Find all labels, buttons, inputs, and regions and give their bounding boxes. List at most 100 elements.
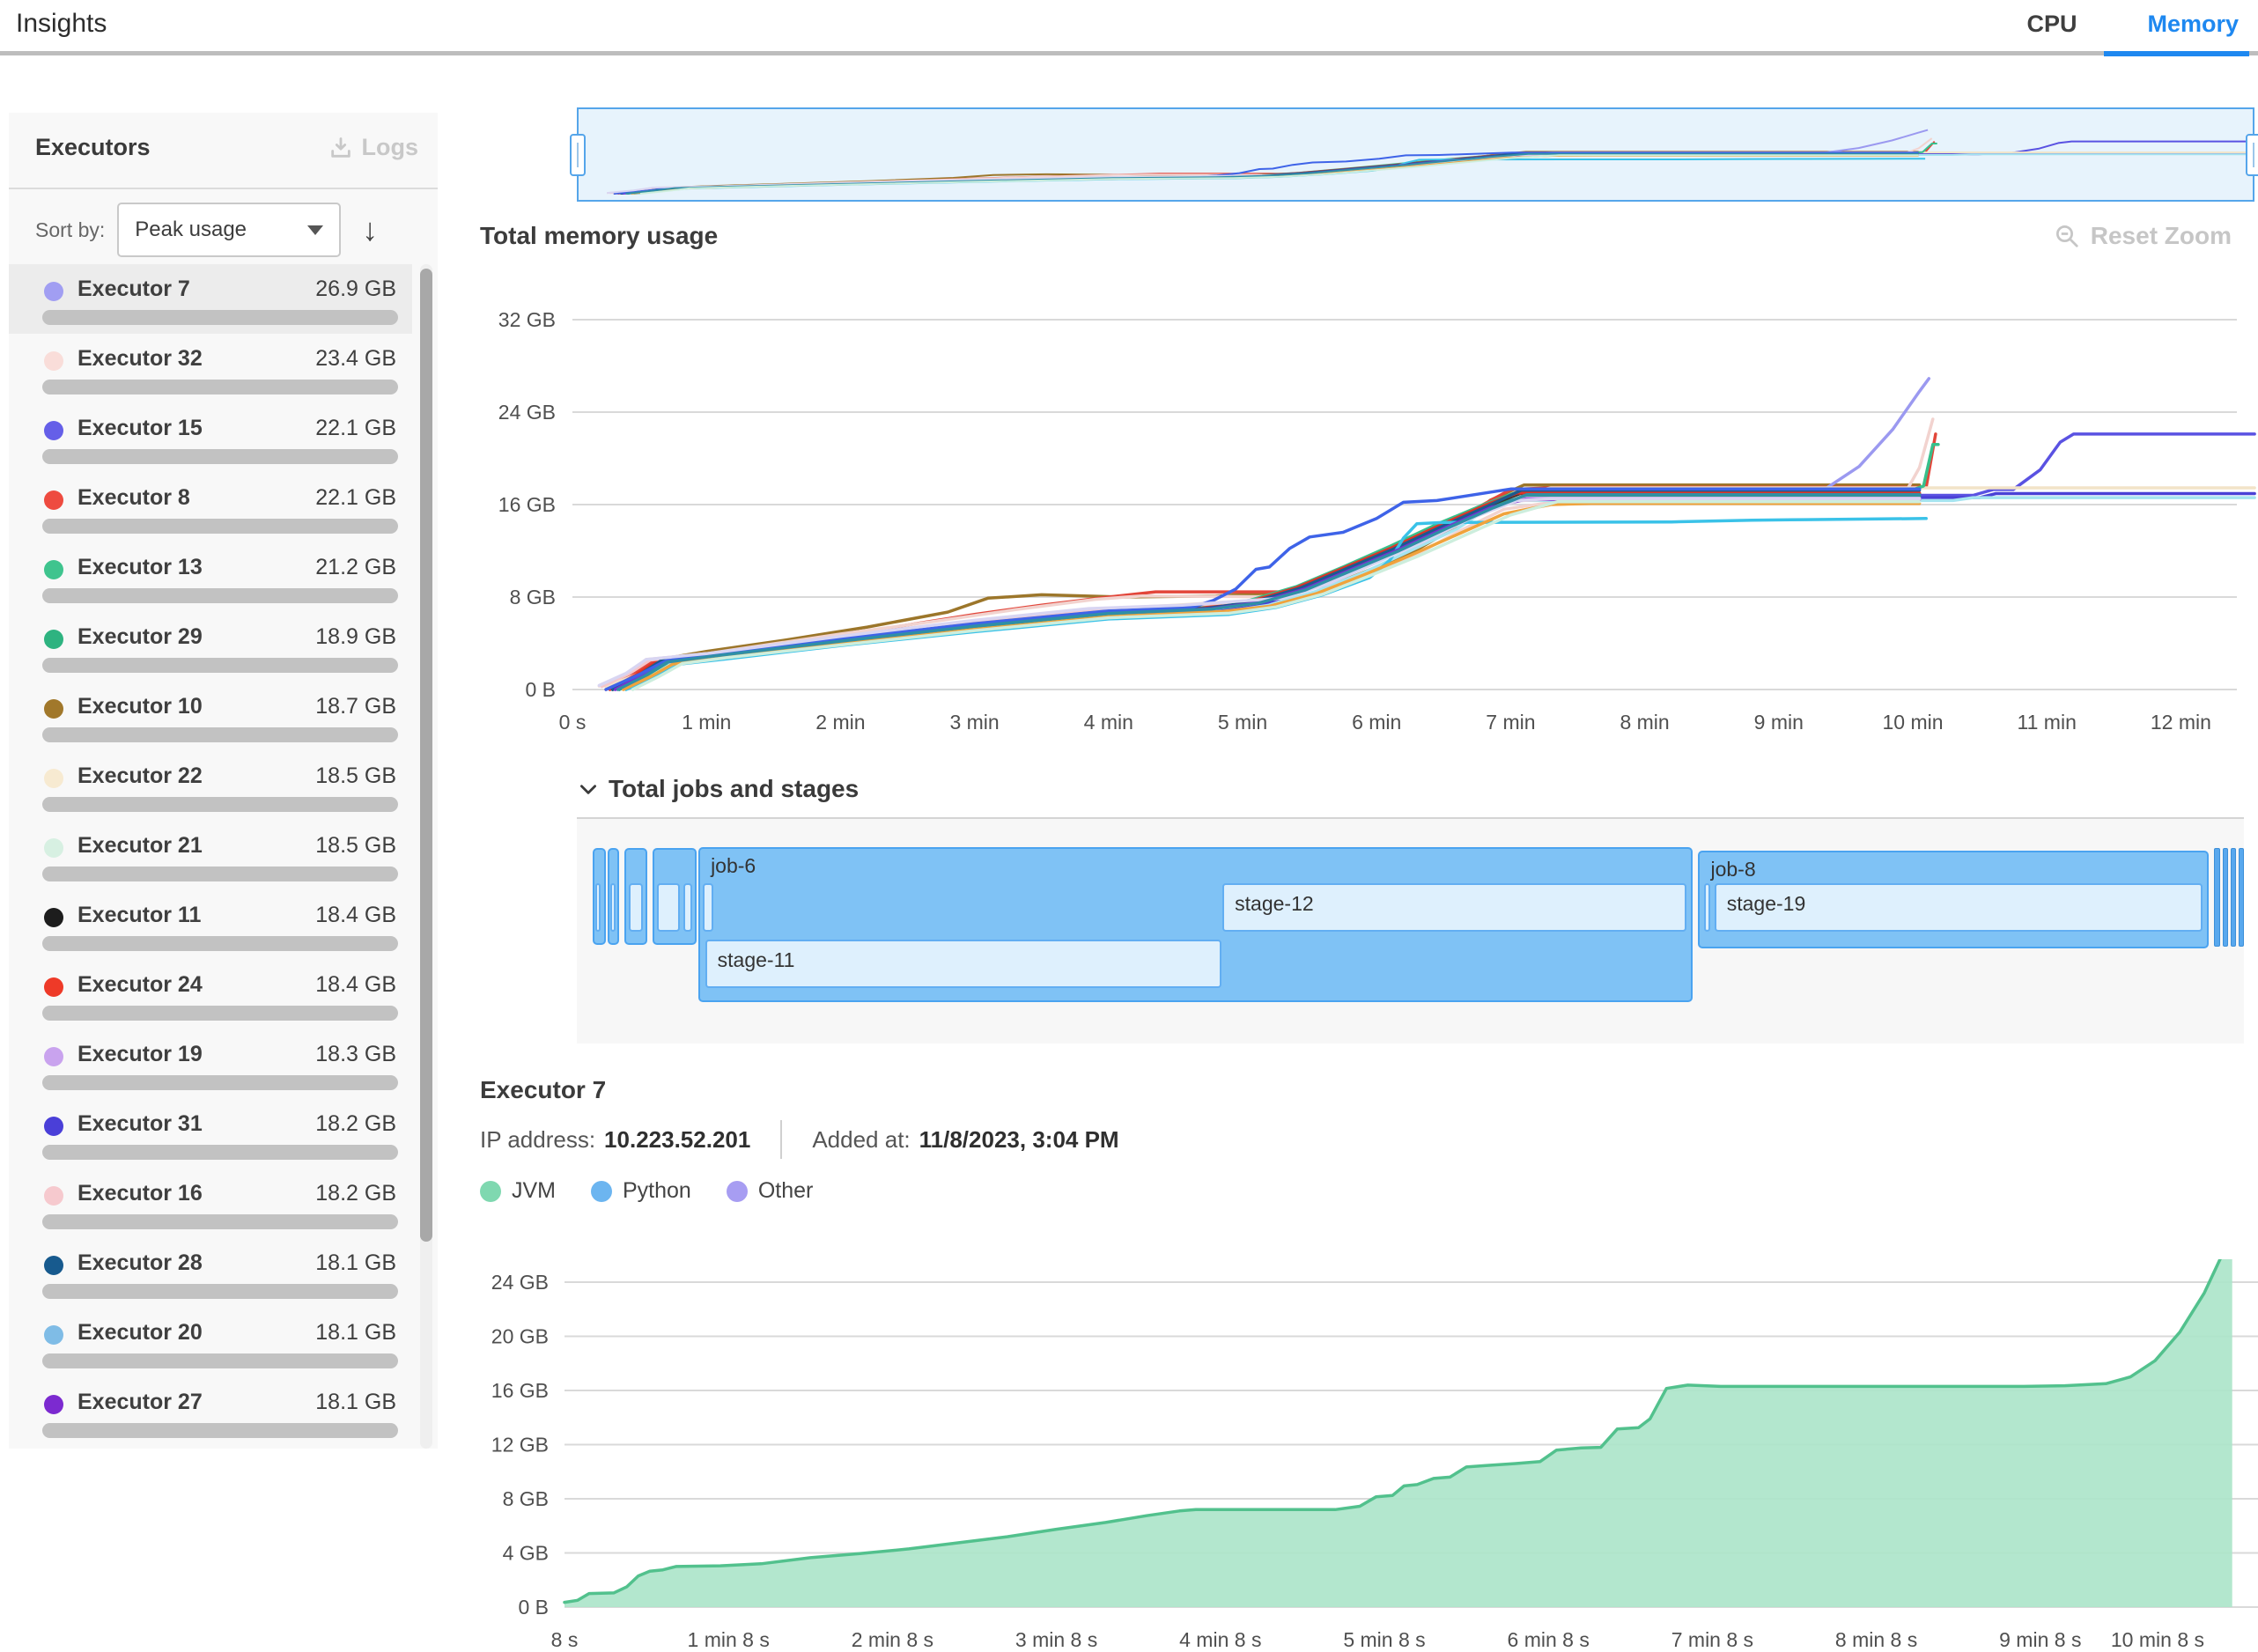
executor-usage-bar bbox=[42, 380, 398, 395]
jobs-section-title: Total jobs and stages bbox=[609, 775, 859, 803]
brush-handle-left[interactable] bbox=[570, 134, 586, 176]
legend-dot bbox=[727, 1181, 748, 1202]
executor-name: Executor 31 bbox=[77, 1111, 203, 1137]
executor-name: Executor 16 bbox=[77, 1181, 203, 1206]
executor-list-item[interactable]: Executor 1918.3 GB bbox=[9, 1029, 412, 1099]
executor-name: Executor 29 bbox=[77, 624, 203, 650]
job-label: job-8 bbox=[1710, 858, 1755, 881]
legend-item-jvm[interactable]: JVM bbox=[480, 1178, 556, 1204]
executor-list-item[interactable]: Executor 2118.5 GB bbox=[9, 821, 412, 890]
executor-usage-bar bbox=[42, 1214, 398, 1229]
svg-text:6 min 8 s: 6 min 8 s bbox=[1508, 1628, 1590, 1651]
stage-block[interactable] bbox=[683, 883, 692, 932]
executor-peak-value: 18.4 GB bbox=[315, 972, 396, 998]
reset-zoom-button[interactable]: Reset Zoom bbox=[2054, 222, 2232, 250]
svg-text:4 min: 4 min bbox=[1084, 711, 1133, 734]
ip-address-label: IP address: bbox=[480, 1126, 595, 1154]
executor-list-item[interactable]: Executor 2918.9 GB bbox=[9, 612, 412, 682]
sort-direction-button[interactable]: ↓ bbox=[362, 214, 378, 246]
executor-peak-value: 23.4 GB bbox=[315, 346, 396, 372]
stage-block[interactable] bbox=[610, 883, 616, 932]
executor-list-item[interactable]: Executor 2018.1 GB bbox=[9, 1308, 412, 1377]
executor-list-item[interactable]: Executor 1118.4 GB bbox=[9, 890, 412, 960]
svg-text:3 min: 3 min bbox=[949, 711, 999, 734]
executor-color-dot bbox=[44, 351, 63, 371]
executor-name: Executor 32 bbox=[77, 346, 203, 372]
stage-block-stage-12[interactable]: stage-12 bbox=[1222, 883, 1686, 932]
sort-row: Sort by: Peak usage ↓ bbox=[35, 203, 378, 257]
tab-cpu[interactable]: CPU bbox=[2016, 11, 2087, 54]
stage-block-stage-11[interactable]: stage-11 bbox=[705, 940, 1221, 988]
executor-name: Executor 7 bbox=[77, 277, 190, 302]
brush-handle-right[interactable] bbox=[2246, 134, 2258, 176]
stage-block-stage-19[interactable]: stage-19 bbox=[1715, 883, 2203, 932]
insights-page: Insights CPU Memory Executors Logs Sort … bbox=[0, 0, 2258, 1652]
executor-list-item[interactable]: Executor 2218.5 GB bbox=[9, 751, 412, 821]
zoom-brush-overview[interactable] bbox=[577, 107, 2254, 202]
total-memory-line-chart[interactable]: 32 GB24 GB16 GB8 GB0 B0 s1 min2 min3 min… bbox=[480, 299, 2258, 740]
executor-peak-value: 18.4 GB bbox=[315, 903, 396, 928]
executor-color-dot bbox=[44, 977, 63, 997]
executor-peak-value: 21.2 GB bbox=[315, 555, 396, 580]
executor-list-item[interactable]: Executor 2718.1 GB bbox=[9, 1377, 412, 1447]
executor-name: Executor 21 bbox=[77, 833, 203, 859]
sort-select[interactable]: Peak usage bbox=[117, 203, 341, 257]
svg-text:5 min: 5 min bbox=[1218, 711, 1267, 734]
stage-block[interactable] bbox=[629, 883, 643, 932]
executor-list-item[interactable]: Executor 2818.1 GB bbox=[9, 1238, 412, 1308]
executor-peak-value: 22.1 GB bbox=[315, 416, 396, 441]
executor-list-item[interactable]: Executor 2418.4 GB bbox=[9, 960, 412, 1029]
executor-peak-value: 18.1 GB bbox=[315, 1390, 396, 1415]
executor-usage-bar bbox=[42, 1423, 398, 1438]
meta-separator bbox=[780, 1120, 782, 1159]
executor-name: Executor 13 bbox=[77, 555, 203, 580]
executor-color-dot bbox=[44, 1256, 63, 1275]
executor-peak-value: 22.1 GB bbox=[315, 485, 396, 511]
executor-color-dot bbox=[44, 699, 63, 719]
executor-usage-bar bbox=[42, 936, 398, 951]
executor-list-item[interactable]: Executor 3118.2 GB bbox=[9, 1099, 412, 1169]
stage-block[interactable] bbox=[1704, 883, 1711, 932]
svg-text:0 s: 0 s bbox=[559, 711, 587, 734]
tab-memory[interactable]: Memory bbox=[2136, 11, 2249, 54]
executor-list-item[interactable]: Executor 1018.7 GB bbox=[9, 682, 412, 751]
jobs-section-header[interactable]: Total jobs and stages bbox=[577, 775, 859, 803]
sort-select-value: Peak usage bbox=[135, 218, 247, 242]
executor-color-dot bbox=[44, 1395, 63, 1414]
svg-text:6 min: 6 min bbox=[1352, 711, 1401, 734]
svg-text:2 min 8 s: 2 min 8 s bbox=[852, 1628, 933, 1651]
job-block-mini[interactable] bbox=[2223, 848, 2228, 947]
job-block-mini[interactable] bbox=[2214, 848, 2219, 947]
executor-list-item[interactable]: Executor 13 21.2 GB bbox=[9, 542, 412, 612]
executor-memory-area-chart[interactable]: 24 GB20 GB16 GB12 GB8 GB4 GB0 B8 s1 min … bbox=[480, 1259, 2258, 1652]
legend-item-python[interactable]: Python bbox=[591, 1178, 691, 1204]
logs-button[interactable]: Logs bbox=[328, 134, 419, 161]
legend-dot bbox=[480, 1181, 501, 1202]
executor-list: Executor 726.9 GBExecutor 3223.4 GBExecu… bbox=[9, 264, 438, 1449]
svg-text:16 GB: 16 GB bbox=[491, 1379, 549, 1402]
svg-text:8 GB: 8 GB bbox=[503, 1487, 549, 1510]
job-block-mini[interactable] bbox=[2231, 848, 2236, 947]
executors-sidebar: Executors Logs Sort by: Peak usage ↓ Exe… bbox=[9, 113, 438, 1449]
job-block-mini[interactable] bbox=[2239, 848, 2244, 947]
executor-color-dot bbox=[44, 421, 63, 440]
added-at-value: 11/8/2023, 3:04 PM bbox=[919, 1126, 1119, 1154]
executor-list-item[interactable]: Executor 1522.1 GB bbox=[9, 403, 412, 473]
scrollbar-thumb[interactable] bbox=[420, 269, 432, 1242]
executor-list-item[interactable]: Executor 822.1 GB bbox=[9, 473, 412, 542]
svg-text:10 min 8 s: 10 min 8 s bbox=[2111, 1628, 2204, 1651]
legend-item-other[interactable]: Other bbox=[727, 1178, 814, 1204]
download-icon bbox=[328, 136, 353, 160]
executor-color-dot bbox=[44, 282, 63, 301]
executor-name: Executor 28 bbox=[77, 1250, 203, 1276]
stage-block[interactable] bbox=[595, 883, 601, 932]
executor-list-item[interactable]: Executor 32 23.4 GB bbox=[9, 334, 412, 403]
stage-block[interactable] bbox=[703, 883, 713, 932]
executor-list-item[interactable]: Executor 1618.2 GB bbox=[9, 1169, 412, 1238]
executor-list-item[interactable]: Executor 726.9 GB bbox=[9, 264, 412, 334]
svg-text:8 GB: 8 GB bbox=[510, 586, 556, 608]
stage-block[interactable] bbox=[657, 883, 680, 932]
executor-name: Executor 10 bbox=[77, 694, 203, 719]
executors-header: Executors Logs bbox=[9, 113, 438, 188]
stage-label: stage-11 bbox=[718, 948, 795, 972]
